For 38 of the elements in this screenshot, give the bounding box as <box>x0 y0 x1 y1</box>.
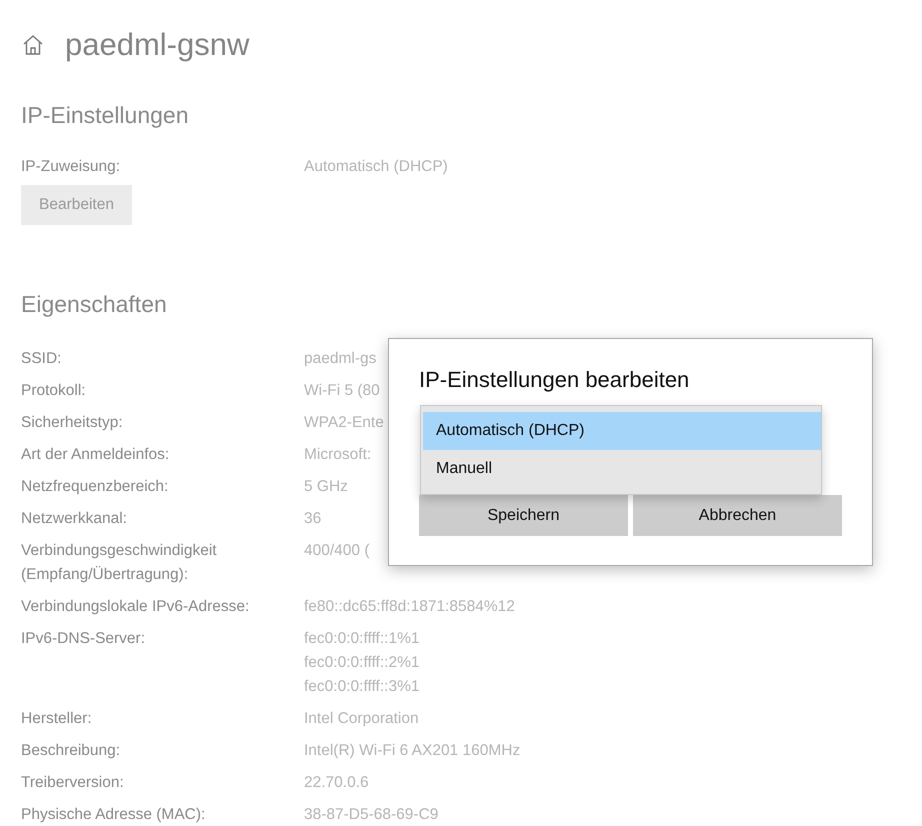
property-label: Sicherheitstyp: <box>21 413 124 433</box>
property-value: Intel(R) Wi-Fi 6 AX201 160MHz <box>304 741 520 761</box>
property-label: Art der Anmeldeinfos: <box>21 445 170 465</box>
property-label: Beschreibung: <box>21 741 122 761</box>
property-label: SSID: <box>21 349 62 369</box>
property-label: IP-Zuweisung: <box>21 157 122 177</box>
property-value: 400/400 ( <box>304 541 370 561</box>
property-value: 36 <box>304 509 322 529</box>
property-label: Treiberversion: <box>21 773 125 793</box>
page-title: paedml-gsnw <box>65 27 250 63</box>
dropdown-option[interactable]: Automatisch (DHCP) <box>423 412 821 450</box>
property-label: Physische Adresse (MAC): <box>21 805 206 825</box>
property-value: fec0:0:0:ffff::1%1 <box>304 629 420 649</box>
property-label: Hersteller: <box>21 709 93 729</box>
property-value: paedml-gs <box>304 349 376 369</box>
property-label: Protokoll: <box>21 381 87 401</box>
property-label: IPv6-DNS-Server: <box>21 629 146 649</box>
home-icon[interactable] <box>21 33 45 57</box>
property-value: 38-87-D5-68-69-C9 <box>304 805 438 825</box>
property-value: Wi-Fi 5 (80 <box>304 381 380 401</box>
property-label: Verbindungsgeschwindigkeit (Empfang/Übertragung): <box>21 541 218 585</box>
dialog-title: IP-Einstellungen bearbeiten <box>419 367 690 393</box>
property-value: fe80::dc65:ff8d:1871:8584%12 <box>304 597 515 617</box>
property-value: Intel Corporation <box>304 709 419 729</box>
section-heading: Eigenschaften <box>21 291 167 318</box>
section-heading: IP-Einstellungen <box>21 102 188 129</box>
property-value: fec0:0:0:ffff::3%1 <box>304 677 420 697</box>
property-value: 5 GHz <box>304 477 348 497</box>
cancel-button[interactable]: Abbrechen <box>633 495 842 536</box>
property-label: Netzfrequenzbereich: <box>21 477 170 497</box>
property-value: fec0:0:0:ffff::2%1 <box>304 653 420 673</box>
property-label: Netzwerkkanal: <box>21 509 128 529</box>
property-value: 22.70.0.6 <box>304 773 369 793</box>
property-value: WPA2-Ente <box>304 413 384 433</box>
property-value: Microsoft: <box>304 445 372 465</box>
property-value: Automatisch (DHCP) <box>304 157 448 177</box>
save-button[interactable]: Speichern <box>419 495 628 536</box>
property-label: Verbindungslokale IPv6-Adresse: <box>21 597 250 617</box>
